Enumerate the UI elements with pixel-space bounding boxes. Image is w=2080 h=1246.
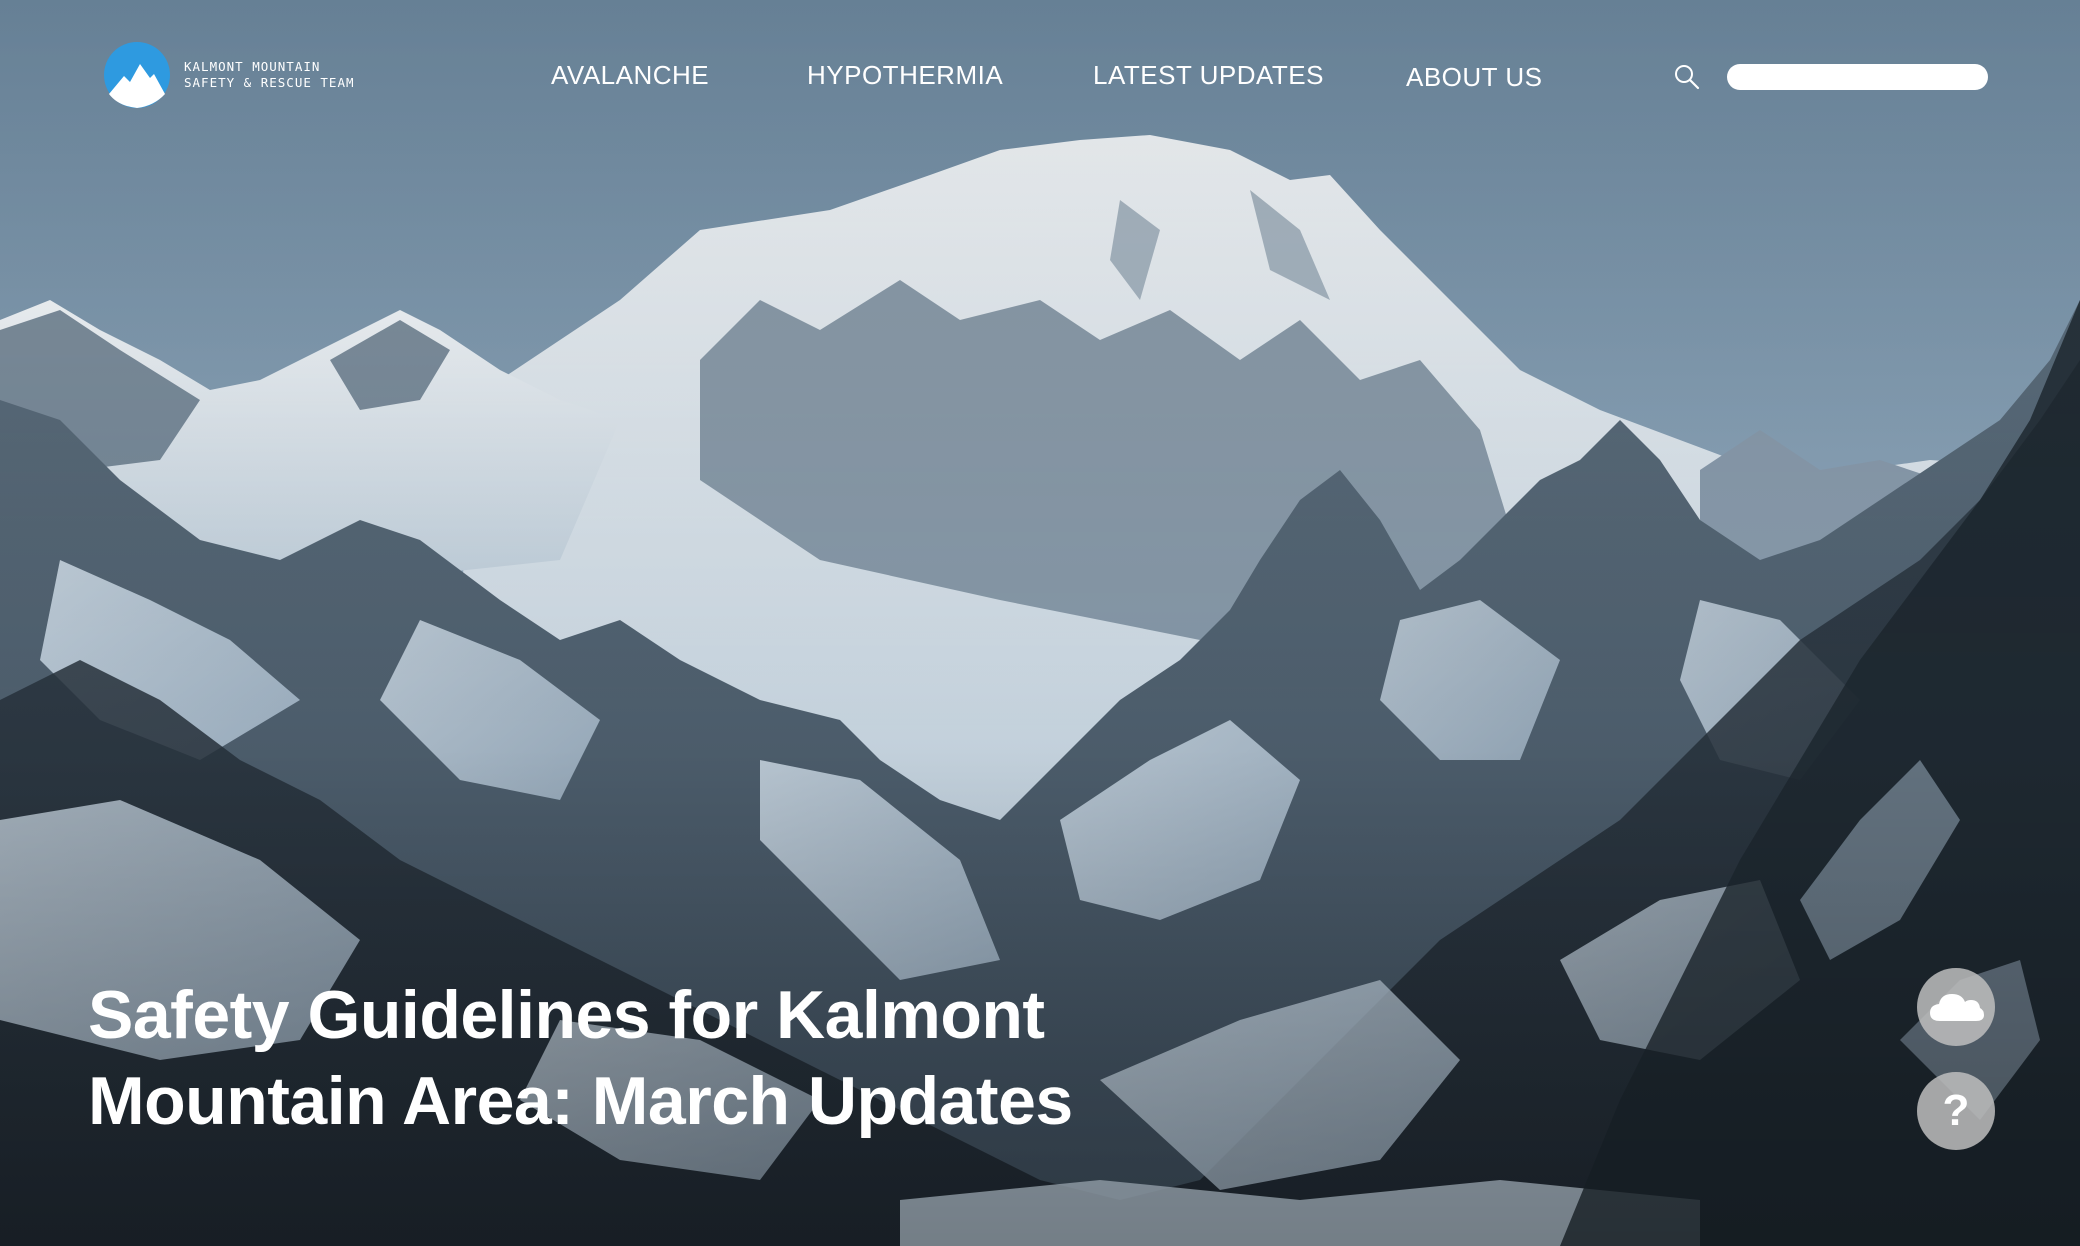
- help-button-label: ?: [1942, 1086, 1970, 1135]
- cloud-icon: [1930, 994, 1984, 1021]
- hero-headline-line1: Safety Guidelines for Kalmont: [88, 977, 1045, 1053]
- nav-item-about-us[interactable]: ABOUT US: [1406, 62, 1542, 93]
- nav-item-hypothermia[interactable]: HYPOTHERMIA: [807, 60, 1003, 91]
- weather-button[interactable]: [1917, 968, 1995, 1046]
- hero-headline: Safety Guidelines for Kalmont Mountain A…: [88, 972, 1238, 1144]
- hero-headline-line2: Mountain Area: March Updates: [88, 1063, 1073, 1139]
- nav-item-latest-updates[interactable]: LATEST UPDATES: [1093, 60, 1324, 91]
- search-icon[interactable]: [1672, 62, 1702, 92]
- help-button[interactable]: ?: [1917, 1072, 1995, 1150]
- nav-item-avalanche[interactable]: AVALANCHE: [551, 60, 709, 91]
- search-input[interactable]: [1727, 64, 1988, 90]
